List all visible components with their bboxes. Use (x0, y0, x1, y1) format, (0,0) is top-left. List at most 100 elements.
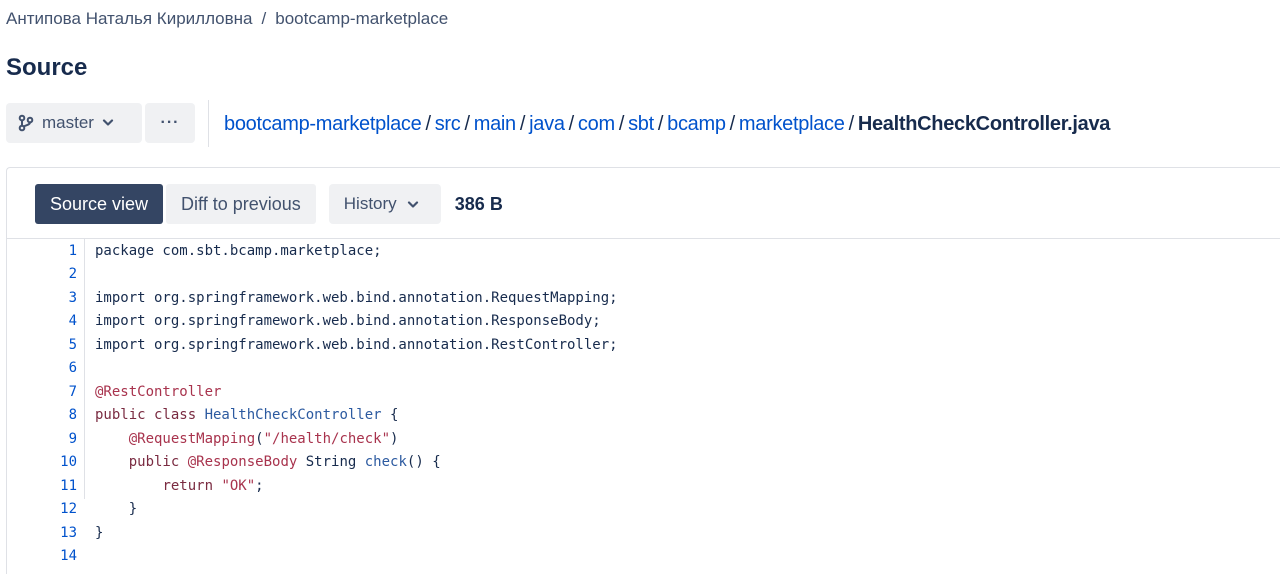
code-line: 5 import org.springframework.web.bind.ann… (7, 333, 1280, 357)
more-icon: ··· (160, 114, 180, 131)
breadcrumb-owner-link[interactable]: Антипова Наталья Кирилловна (6, 9, 253, 28)
tab-source-view[interactable]: Source view (35, 184, 164, 224)
line-number[interactable]: 11 (7, 478, 77, 494)
code-token: @RestController (95, 383, 222, 400)
line-source: return "OK"; (77, 477, 264, 494)
code-line: 3 import org.springframework.web.bind.ann… (7, 286, 1280, 310)
line-source: public @ResponseBody String check() { (77, 454, 441, 470)
code-token: String (297, 454, 365, 471)
chevron-down-icon (102, 119, 114, 127)
code-line: 13} (7, 521, 1280, 545)
line-number[interactable]: 2 (7, 266, 77, 282)
breadcrumb-separator: / (261, 9, 267, 28)
line-number[interactable]: 13 (7, 525, 77, 541)
path-segment-link[interactable]: java (529, 113, 565, 135)
page-title: Source (6, 54, 88, 81)
path-separator: / (848, 113, 855, 135)
line-source: } (77, 525, 103, 541)
breadcrumb: Антипова Наталья Кирилловна / bootcamp-mar… (6, 9, 448, 29)
line-source: @RequestMapping("/health/check") (77, 430, 399, 447)
line-source: package com.sbt.bcamp.marketplace; (77, 243, 382, 259)
source-toolbar: master ··· (6, 99, 209, 147)
path-separator: / (729, 113, 736, 135)
code-token: () { (406, 454, 441, 471)
branch-icon (18, 114, 34, 132)
code-token: public class (95, 407, 205, 424)
code-token: ; (255, 477, 264, 494)
path-segment-link[interactable]: bcamp (667, 113, 726, 135)
code-token: import org.springframework.web.bind.anno… (95, 289, 618, 306)
line-number[interactable]: 8 (7, 407, 77, 423)
branch-name: master (42, 113, 94, 132)
line-number[interactable]: 14 (7, 548, 77, 564)
code-token: "/health/check" (263, 430, 391, 447)
line-source: @RestController (77, 384, 221, 400)
line-number[interactable]: 3 (7, 290, 77, 306)
line-number[interactable]: 5 (7, 337, 77, 353)
line-number[interactable]: 7 (7, 384, 77, 400)
tab-diff-to-previous[interactable]: Diff to previous (166, 184, 316, 224)
code-line: 2 (7, 263, 1280, 287)
code-line: 8 public class HealthCheckController { (7, 404, 1280, 428)
path-separator: / (425, 113, 431, 135)
code-token: @RequestMapping (128, 430, 256, 447)
file-content-panel: Source view Diff to previous History 386… (6, 167, 1280, 574)
line-number[interactable]: 4 (7, 313, 77, 329)
code-token: { (381, 407, 399, 424)
code-token: ( (255, 430, 264, 447)
code-line: 1 package com.sbt.bcamp.marketplace; (7, 239, 1280, 263)
history-label: History (343, 194, 397, 213)
path-segment-link[interactable]: src (435, 113, 461, 135)
code-token: HealthCheckController (204, 407, 382, 424)
history-dropdown-button[interactable]: History (328, 184, 441, 224)
code-line: 4 import org.springframework.web.bind.ann… (7, 310, 1280, 334)
path-file-name: HealthCheckController.java (857, 113, 1111, 135)
line-number[interactable]: 6 (7, 360, 77, 376)
path-separator: / (464, 113, 470, 135)
line-number[interactable]: 9 (7, 431, 77, 447)
code-line: 9 @RequestMapping("/health/check") (7, 427, 1280, 451)
line-source: import org.springframework.web.bind.anno… (77, 290, 618, 306)
more-actions-button[interactable]: ··· (145, 103, 195, 143)
breadcrumb-repo-link[interactable]: bootcamp-marketplace (275, 9, 448, 28)
path-segment-link[interactable]: com (578, 113, 615, 135)
code-token: "OK" (221, 477, 256, 494)
line-source: import org.springframework.web.bind.anno… (77, 313, 601, 329)
file-path-breadcrumb: bootcamp-marketplace / src / main / java / com / s… (224, 113, 1110, 136)
chevron-down-icon (407, 194, 419, 214)
path-separator: / (568, 113, 575, 135)
code-token: import org.springframework.web.bind.anno… (95, 313, 601, 330)
path-segment-link[interactable]: sbt (628, 113, 654, 135)
path-segment-link[interactable]: bootcamp-marketplace (224, 113, 422, 135)
line-number[interactable]: 12 (7, 501, 77, 517)
branch-selector-button[interactable]: master (6, 103, 142, 143)
line-number[interactable]: 10 (7, 454, 77, 470)
line-number[interactable]: 1 (7, 243, 77, 259)
code-token: import org.springframework.web.bind.anno… (95, 336, 618, 353)
code-token: @ResponseBody (187, 454, 298, 471)
code-line: 6 (7, 357, 1280, 381)
path-separator: / (519, 113, 526, 135)
code-line: 7 @RestController (7, 380, 1280, 404)
path-separator: / (618, 113, 625, 135)
code-line: 10 public @ResponseBody String check() { (7, 451, 1280, 475)
file-size: 386 B (454, 193, 503, 214)
code-token: return (162, 477, 222, 494)
path-separator: / (657, 113, 664, 135)
path-segment-link[interactable]: main (474, 113, 516, 135)
code-token: check (364, 454, 407, 471)
line-source: } (77, 501, 137, 517)
code-line: 11 return "OK"; (7, 474, 1280, 498)
path-segment-link[interactable]: marketplace (739, 113, 845, 135)
code-token: public (128, 454, 188, 471)
line-source: public class HealthCheckController { (77, 407, 398, 423)
gutter-divider (84, 239, 85, 499)
code-token: } (95, 501, 138, 518)
code-view: 1 package com.sbt.bcamp.marketplace; 2 3 imp… (7, 239, 1280, 568)
toolbar-divider (208, 99, 209, 147)
code-token: ) (390, 430, 399, 447)
code-line: 14 (7, 545, 1280, 569)
line-source: import org.springframework.web.bind.anno… (77, 337, 618, 353)
file-view-toolbar: Source view Diff to previous History 386… (35, 184, 503, 224)
